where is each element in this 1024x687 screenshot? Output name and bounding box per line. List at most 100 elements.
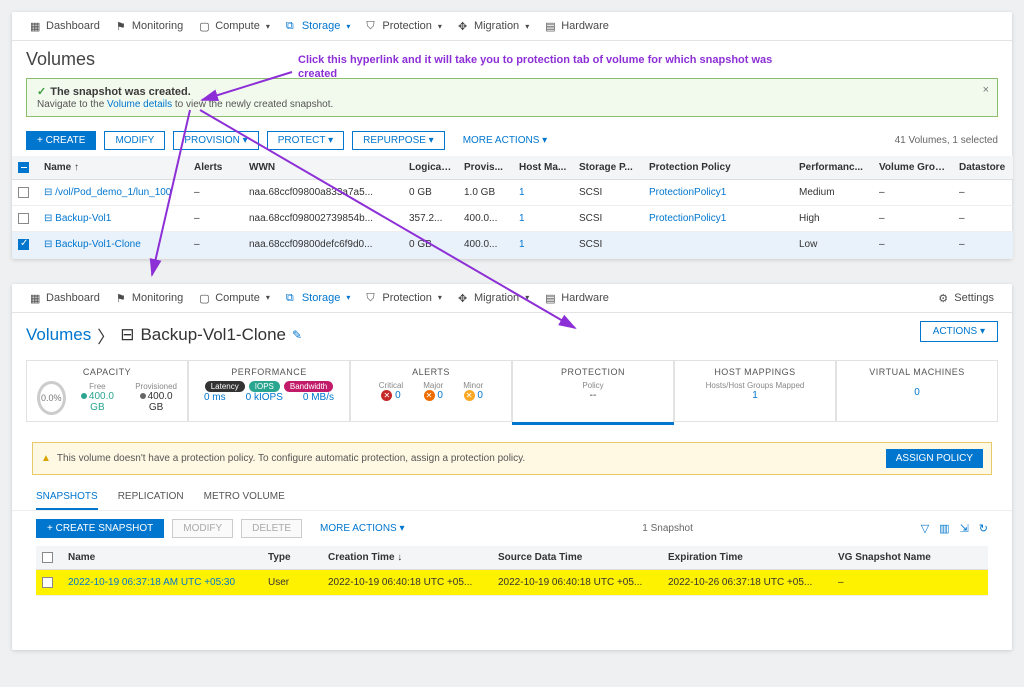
create-button[interactable]: + CREATE <box>26 131 96 150</box>
nav-compute[interactable]: ▢Compute▾ <box>191 20 278 32</box>
col-provisioned[interactable]: Provis... <box>458 156 513 180</box>
snapshot-count: 1 Snapshot <box>642 523 693 534</box>
nav-monitoring[interactable]: ⚑Monitoring <box>108 20 191 32</box>
row-checkbox[interactable] <box>18 213 29 224</box>
nav-monitoring[interactable]: ⚑Monitoring <box>108 292 191 304</box>
performance-card[interactable]: PERFORMANCE LatencyIOPSBandwidth 0 ms0 k… <box>188 360 350 422</box>
modify-button: MODIFY <box>172 519 233 538</box>
row-checkbox[interactable] <box>18 187 29 198</box>
nav-migration[interactable]: ✥Migration▾ <box>450 292 537 304</box>
table-row[interactable]: ⊟ Backup-Vol1-Clone –naa.68ccf09800defc6… <box>12 232 1013 258</box>
volume-details-link[interactable]: Volume details <box>107 99 172 110</box>
table-row[interactable]: 2022-10-19 06:37:18 AM UTC +05:30 User 2… <box>36 569 988 595</box>
nav-storage[interactable]: ⧉Storage▾ <box>278 20 359 32</box>
storage-icon: ⧉ <box>286 292 298 304</box>
chevron-down-icon: ▾ <box>525 293 529 302</box>
tab-snapshots[interactable]: SNAPSHOTS <box>36 485 98 510</box>
col-datastore[interactable]: Datastore <box>953 156 1013 180</box>
nav-protection[interactable]: ⛉Protection▾ <box>358 20 450 32</box>
create-snapshot-button[interactable]: + CREATE SNAPSHOT <box>36 519 164 538</box>
row-checkbox[interactable] <box>18 239 29 250</box>
warning-icon: ▲ <box>41 453 51 464</box>
alerts-card[interactable]: ALERTS Critical✕ 0Major✕ 0Minor✕ 0 <box>350 360 512 422</box>
policy-link[interactable]: ProtectionPolicy1 <box>649 213 726 224</box>
protection-card[interactable]: PROTECTION Policy -- <box>512 360 674 422</box>
col-creation[interactable]: Creation Time ↓ <box>322 546 492 570</box>
nav-protection[interactable]: ⛉Protection▾ <box>358 292 450 304</box>
col-hostmap[interactable]: Host Ma... <box>513 156 573 180</box>
perf-pill: Latency <box>205 381 245 392</box>
tab-replication[interactable]: REPLICATION <box>118 485 184 510</box>
compute-icon: ▢ <box>199 20 211 32</box>
protect-button[interactable]: PROTECT ▾ <box>267 131 344 150</box>
nav-label: Migration <box>474 20 519 32</box>
hardware-icon: ▤ <box>545 20 557 32</box>
nav-label: Compute <box>215 20 260 32</box>
hardware-icon: ▤ <box>545 292 557 304</box>
volume-name-link[interactable]: Backup-Vol1 <box>55 213 111 224</box>
col-name[interactable]: Name ↑ <box>38 156 188 180</box>
nav-storage[interactable]: ⧉Storage▾ <box>278 292 359 304</box>
nav-hardware[interactable]: ▤Hardware <box>537 20 617 32</box>
row-checkbox[interactable] <box>42 577 53 588</box>
col-storage[interactable]: Storage P... <box>573 156 643 180</box>
col-vg[interactable]: Volume Group <box>873 156 953 180</box>
compute-icon: ▢ <box>199 292 211 304</box>
table-row[interactable]: ⊟ /vol/Pod_demo_1/lun_100 –naa.68ccf0980… <box>12 180 1013 206</box>
capacity-card[interactable]: CAPACITY 0.0% Free400.0 GB Provisioned40… <box>26 360 188 422</box>
select-all-checkbox[interactable] <box>18 162 29 173</box>
volume-name-link[interactable]: /vol/Pod_demo_1/lun_100 <box>55 187 171 198</box>
nav-settings[interactable]: ⚙Settings <box>930 292 1002 304</box>
notice-title: The snapshot was created. <box>50 86 191 98</box>
breadcrumb-root[interactable]: Volumes <box>26 325 91 345</box>
col-type[interactable]: Type <box>262 546 322 570</box>
summary-cards: CAPACITY 0.0% Free400.0 GB Provisioned40… <box>12 350 1012 432</box>
columns-icon[interactable]: ▥ <box>939 522 949 535</box>
chevron-down-icon: ▾ <box>266 293 270 302</box>
select-all-checkbox[interactable] <box>42 552 53 563</box>
more-actions-button[interactable]: MORE ACTIONS ▾ <box>310 520 414 537</box>
col-expiration[interactable]: Expiration Time <box>662 546 832 570</box>
assign-policy-button[interactable]: ASSIGN POLICY <box>886 449 983 468</box>
col-performance[interactable]: Performanc... <box>793 156 873 180</box>
more-actions-button[interactable]: MORE ACTIONS ▾ <box>453 132 557 149</box>
modify-button[interactable]: MODIFY <box>104 131 165 150</box>
snapshot-toolbar: + CREATE SNAPSHOT MODIFY DELETE MORE ACT… <box>12 511 1012 546</box>
vm-card[interactable]: VIRTUAL MACHINES 0 <box>836 360 998 422</box>
nav-dashboard[interactable]: ▦Dashboard <box>22 292 108 304</box>
provision-button[interactable]: PROVISION ▾ <box>173 131 258 150</box>
col-name[interactable]: Name <box>62 546 262 570</box>
snapshot-name-link[interactable]: 2022-10-19 06:37:18 AM UTC +05:30 <box>68 577 235 588</box>
gear-icon: ⚙ <box>938 292 950 304</box>
migration-icon: ✥ <box>458 292 470 304</box>
actions-button[interactable]: ACTIONS ▾ <box>920 321 998 342</box>
hostmap-link[interactable]: 1 <box>519 187 525 198</box>
export-icon[interactable]: ⇲ <box>960 522 969 535</box>
volume-name-link[interactable]: Backup-Vol1-Clone <box>55 239 141 250</box>
col-alerts[interactable]: Alerts <box>188 156 243 180</box>
nav-migration[interactable]: ✥Migration▾ <box>450 20 537 32</box>
nav-dashboard[interactable]: ▦Dashboard <box>22 20 108 32</box>
col-logical[interactable]: Logical... <box>403 156 458 180</box>
col-vgsnap[interactable]: VG Snapshot Name <box>832 546 988 570</box>
nav-hardware[interactable]: ▤Hardware <box>537 292 617 304</box>
volume-count: 41 Volumes, 1 selected <box>895 135 998 146</box>
tab-metro[interactable]: METRO VOLUME <box>204 485 285 510</box>
pencil-icon[interactable]: ✎ <box>292 328 302 342</box>
refresh-icon[interactable]: ↻ <box>979 522 988 535</box>
close-icon[interactable]: × <box>983 84 989 96</box>
hostmappings-card[interactable]: HOST MAPPINGS Hosts/Host Groups Mapped 1 <box>674 360 836 422</box>
top-nav: ▦Dashboard ⚑Monitoring ▢Compute▾ ⧉Storag… <box>12 12 1012 41</box>
check-icon: ✓ <box>37 86 46 98</box>
col-source[interactable]: Source Data Time <box>492 546 662 570</box>
repurpose-button[interactable]: REPURPOSE ▾ <box>352 131 445 150</box>
table-row[interactable]: ⊟ Backup-Vol1 –naa.68ccf098002739854b...… <box>12 206 1013 232</box>
nav-compute[interactable]: ▢Compute▾ <box>191 292 278 304</box>
col-protection[interactable]: Protection Policy <box>643 156 793 180</box>
col-wwn[interactable]: WWN <box>243 156 403 180</box>
filter-icon[interactable]: ▽ <box>921 522 929 535</box>
migration-icon: ✥ <box>458 20 470 32</box>
policy-link[interactable]: ProtectionPolicy1 <box>649 187 726 198</box>
hostmap-link[interactable]: 1 <box>519 213 525 224</box>
hostmap-link[interactable]: 1 <box>519 239 525 250</box>
